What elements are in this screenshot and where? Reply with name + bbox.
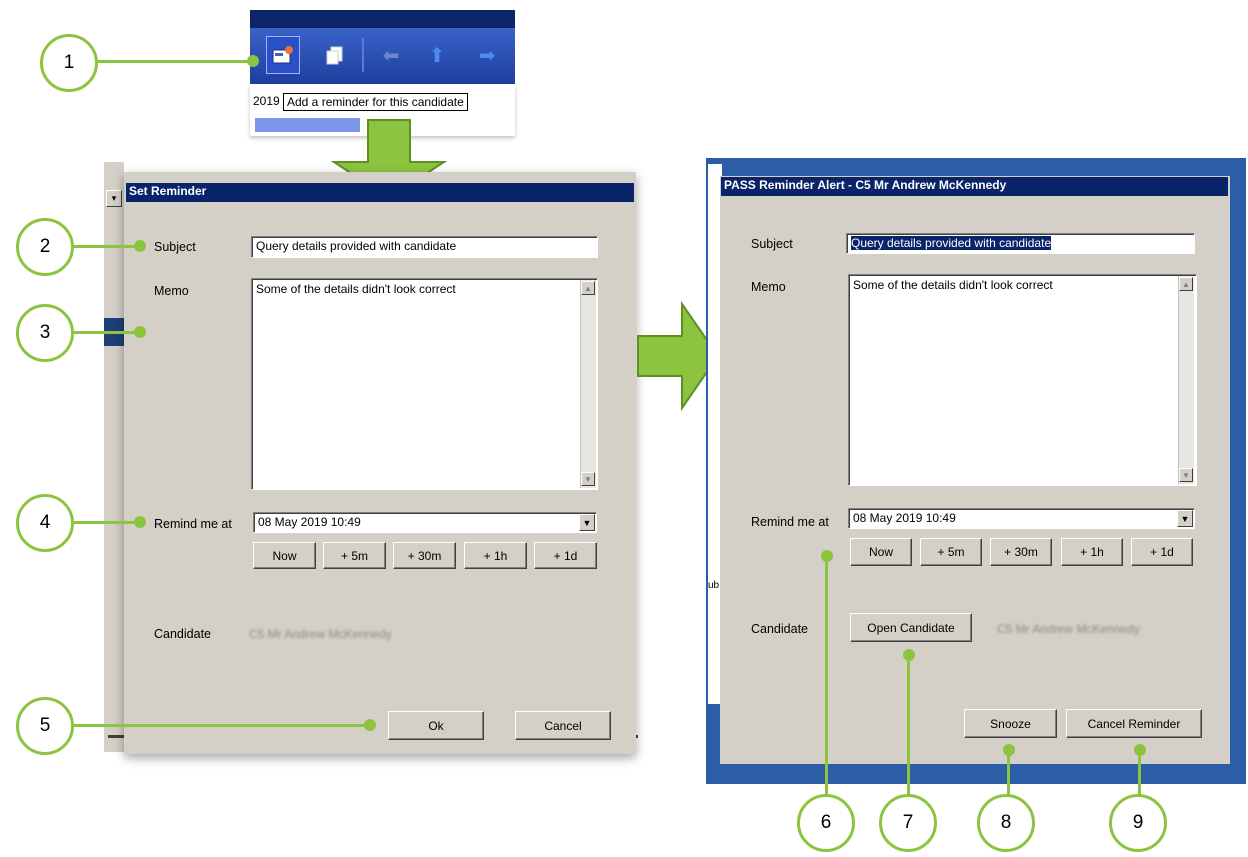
callout-7-line xyxy=(907,655,910,796)
memo-scrollbar[interactable] xyxy=(580,280,596,488)
scroll-up-icon[interactable]: ▲ xyxy=(581,281,595,295)
callout-9-line xyxy=(1138,750,1141,796)
plus-5m-button[interactable]: + 5m xyxy=(323,542,386,569)
callout-2: 2 xyxy=(16,218,74,276)
callout-2-line xyxy=(70,245,142,248)
up-arrow-icon: ⬆ xyxy=(428,44,446,67)
callout-3-dot xyxy=(134,326,146,338)
alert-plus-5m-button[interactable]: + 5m xyxy=(920,538,982,566)
alert-candidate-label: Candidate xyxy=(751,622,808,636)
alert-subject-selected-text: Query details provided with candidate xyxy=(851,236,1052,250)
callout-4: 4 xyxy=(16,494,74,552)
remind-me-at-label: Remind me at xyxy=(154,517,232,531)
alert-remind-label: Remind me at xyxy=(751,515,829,529)
back-arrow-icon: ⬅ xyxy=(382,44,400,67)
alert-chevron-down-icon[interactable]: ▼ xyxy=(1177,510,1193,527)
callout-5: 5 xyxy=(16,697,74,755)
cancel-button[interactable]: Cancel xyxy=(515,711,611,740)
memo-textarea[interactable]: Some of the details didn't look correct xyxy=(251,278,598,490)
callout-4-dot xyxy=(134,516,146,528)
subject-input[interactable]: Query details provided with candidate xyxy=(251,236,598,258)
add-reminder-button[interactable] xyxy=(266,36,300,74)
candidate-name: C5 Mr Andrew McKennedy xyxy=(249,627,392,641)
reminder-alert-title: PASS Reminder Alert - C5 Mr Andrew McKen… xyxy=(721,177,1228,196)
plus-30m-button[interactable]: + 30m xyxy=(393,542,456,569)
chevron-down-icon[interactable]: ▼ xyxy=(579,514,595,531)
tooltip: Add a reminder for this candidate xyxy=(283,93,468,111)
callout-3-line xyxy=(70,331,142,334)
alert-candidate-name: C5 Mr Andrew McKennedy xyxy=(997,622,1140,636)
set-reminder-title: Set Reminder xyxy=(126,183,634,202)
now-button[interactable]: Now xyxy=(253,542,316,569)
callout-2-dot xyxy=(134,240,146,252)
candidate-label: Candidate xyxy=(154,627,211,641)
memo-label: Memo xyxy=(154,284,189,298)
add-reminder-icon xyxy=(272,46,293,64)
toolbar-separator xyxy=(362,38,364,72)
alert-memo-text: Some of the details didn't look correct xyxy=(853,278,1053,292)
remind-datetime-combo[interactable]: 08 May 2019 10:49 xyxy=(253,512,597,533)
alert-subject-label: Subject xyxy=(751,237,793,251)
toolbar-title-strip xyxy=(250,10,515,28)
alert-plus-30m-button[interactable]: + 30m xyxy=(990,538,1052,566)
forward-arrow-icon: ➡ xyxy=(478,44,496,67)
alert-scroll-up-icon[interactable]: ▲ xyxy=(1179,277,1193,291)
alert-subject-input[interactable]: Query details provided with candidate xyxy=(846,233,1195,254)
alert-plus-1h-button[interactable]: + 1h xyxy=(1061,538,1123,566)
cancel-reminder-button[interactable]: Cancel Reminder xyxy=(1066,709,1202,738)
callout-5-dot xyxy=(364,719,376,731)
copy-button[interactable] xyxy=(318,36,352,74)
alert-scroll-down-icon[interactable]: ▼ xyxy=(1179,468,1193,482)
callout-6: 6 xyxy=(797,794,855,852)
open-candidate-button[interactable]: Open Candidate xyxy=(850,613,972,642)
background-text-fragment: ub xyxy=(708,580,720,591)
callout-3: 3 xyxy=(16,304,74,362)
background-dropdown-icon: ▾ xyxy=(106,190,122,207)
forward-button[interactable]: ➡ xyxy=(470,36,504,74)
alert-plus-1d-button[interactable]: + 1d xyxy=(1131,538,1193,566)
up-button[interactable]: ⬆ xyxy=(420,36,454,74)
memo-text: Some of the details didn't look correct xyxy=(256,282,456,296)
scroll-down-icon[interactable]: ▼ xyxy=(581,472,595,486)
callout-1-dot xyxy=(247,55,259,67)
callout-8: 8 xyxy=(977,794,1035,852)
callout-8-line xyxy=(1007,750,1010,796)
background-window-edge xyxy=(104,162,124,752)
alert-memo-scrollbar[interactable] xyxy=(1178,276,1194,484)
callout-9: 9 xyxy=(1109,794,1167,852)
callout-1: 1 xyxy=(40,34,98,92)
alert-memo-label: Memo xyxy=(751,280,786,294)
callout-5-line xyxy=(70,724,370,727)
callout-7: 7 xyxy=(879,794,937,852)
alert-now-button[interactable]: Now xyxy=(850,538,912,566)
year-fragment: 2019 xyxy=(253,94,280,108)
plus-1d-button[interactable]: + 1d xyxy=(534,542,597,569)
plus-1h-button[interactable]: + 1h xyxy=(464,542,527,569)
alert-remind-datetime-combo[interactable]: 08 May 2019 10:49 xyxy=(848,508,1195,529)
subject-label: Subject xyxy=(154,240,196,254)
copy-icon xyxy=(326,46,343,65)
alert-memo-textarea[interactable]: Some of the details didn't look correct xyxy=(848,274,1197,486)
callout-6-line xyxy=(825,556,828,796)
snooze-button[interactable]: Snooze xyxy=(964,709,1057,738)
back-button[interactable]: ⬅ xyxy=(374,36,408,74)
ok-button[interactable]: Ok xyxy=(388,711,484,740)
callout-4-line xyxy=(70,521,142,524)
